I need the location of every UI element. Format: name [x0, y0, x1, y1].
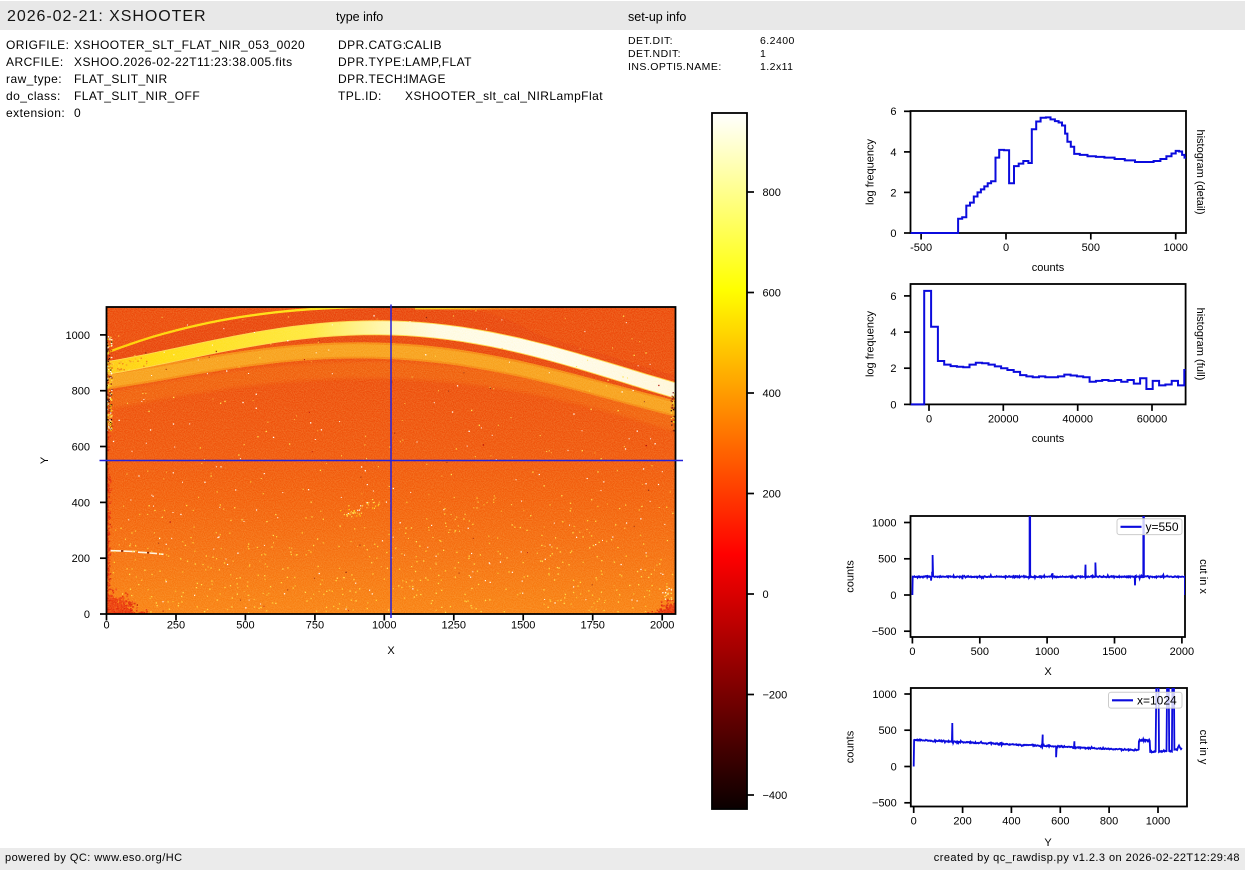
svg-text:6: 6 [890, 106, 896, 118]
svg-text:cut in x: cut in x [1197, 559, 1209, 594]
svg-text:0: 0 [890, 228, 896, 240]
svg-text:400: 400 [1002, 816, 1020, 828]
svg-text:200: 200 [72, 553, 90, 565]
svg-text:counts: counts [1032, 262, 1065, 274]
svg-text:1500: 1500 [1102, 646, 1126, 658]
svg-text:1000: 1000 [872, 689, 896, 701]
svg-text:y=550: y=550 [1146, 520, 1179, 534]
svg-text:4: 4 [890, 327, 896, 339]
svg-text:0: 0 [911, 816, 917, 828]
svg-text:1250: 1250 [442, 620, 466, 632]
svg-text:0: 0 [84, 609, 90, 621]
svg-text:−400: −400 [763, 790, 788, 802]
svg-text:250: 250 [167, 620, 185, 632]
svg-text:6: 6 [890, 291, 896, 303]
svg-text:800: 800 [1100, 816, 1118, 828]
svg-text:2: 2 [890, 187, 896, 199]
svg-text:600: 600 [763, 287, 781, 299]
svg-text:0: 0 [909, 646, 915, 658]
svg-text:500: 500 [878, 725, 896, 737]
svg-text:−500: −500 [872, 798, 897, 810]
svg-text:4: 4 [890, 147, 896, 159]
svg-text:2000: 2000 [650, 620, 674, 632]
svg-text:counts: counts [845, 560, 857, 593]
svg-text:log frequency: log frequency [865, 138, 877, 205]
svg-text:1000: 1000 [1146, 816, 1170, 828]
svg-text:histogram (full): histogram (full) [1194, 308, 1206, 381]
svg-text:x=1024: x=1024 [1137, 694, 1177, 708]
svg-text:−500: −500 [872, 626, 897, 638]
svg-text:2000: 2000 [1170, 646, 1194, 658]
svg-text:750: 750 [306, 620, 324, 632]
svg-text:40000: 40000 [1062, 413, 1093, 425]
svg-text:X: X [387, 645, 395, 657]
svg-text:500: 500 [971, 646, 989, 658]
svg-text:Y: Y [39, 456, 51, 464]
svg-text:800: 800 [763, 187, 781, 199]
svg-text:counts: counts [845, 730, 857, 763]
svg-text:20000: 20000 [988, 413, 1019, 425]
svg-text:2: 2 [890, 363, 896, 375]
svg-text:0: 0 [926, 413, 932, 425]
svg-text:500: 500 [878, 554, 896, 566]
svg-text:600: 600 [1051, 816, 1069, 828]
svg-text:600: 600 [72, 441, 90, 453]
svg-text:X: X [1044, 666, 1052, 678]
svg-text:60000: 60000 [1137, 413, 1168, 425]
svg-text:400: 400 [763, 388, 781, 400]
svg-text:Y: Y [1044, 837, 1052, 849]
svg-text:histogram (detail): histogram (detail) [1194, 130, 1206, 215]
svg-text:1000: 1000 [872, 517, 896, 529]
svg-text:400: 400 [72, 497, 90, 509]
svg-text:1750: 1750 [580, 620, 604, 632]
svg-text:0: 0 [1003, 242, 1009, 254]
svg-text:1000: 1000 [1163, 242, 1187, 254]
svg-text:200: 200 [763, 488, 781, 500]
svg-text:cut in y: cut in y [1197, 730, 1209, 765]
svg-text:1000: 1000 [66, 330, 90, 342]
svg-text:500: 500 [236, 620, 254, 632]
svg-text:500: 500 [1082, 242, 1100, 254]
svg-text:800: 800 [72, 386, 90, 398]
svg-text:counts: counts [1032, 433, 1065, 445]
svg-text:1000: 1000 [1035, 646, 1059, 658]
svg-text:0: 0 [890, 399, 896, 411]
svg-text:-500: -500 [910, 242, 932, 254]
svg-text:−200: −200 [763, 689, 788, 701]
svg-text:0: 0 [103, 620, 109, 632]
svg-text:200: 200 [953, 816, 971, 828]
svg-text:log frequency: log frequency [865, 310, 877, 377]
svg-text:1500: 1500 [511, 620, 535, 632]
svg-text:0: 0 [763, 589, 769, 601]
svg-text:1000: 1000 [372, 620, 396, 632]
svg-text:0: 0 [890, 590, 896, 602]
svg-text:0: 0 [891, 761, 897, 773]
